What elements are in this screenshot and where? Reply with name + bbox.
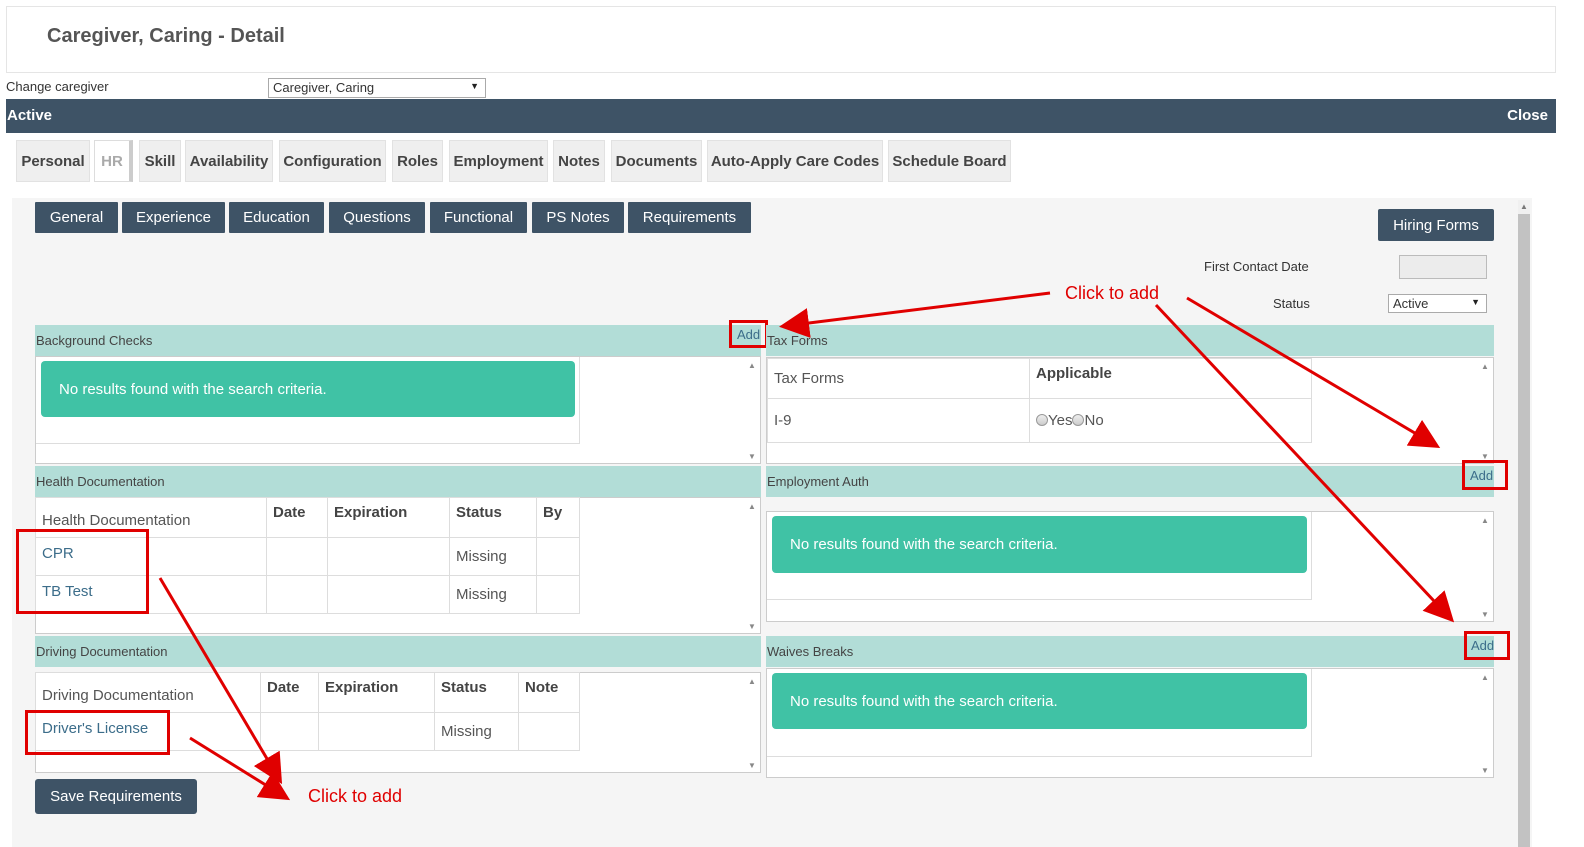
annotation-arrow	[1186, 296, 1441, 449]
annotation-arrows	[158, 291, 1455, 801]
annotation-arrow	[158, 577, 283, 785]
annotation-arrow	[1154, 303, 1455, 623]
annotation-arrow	[779, 291, 1051, 338]
